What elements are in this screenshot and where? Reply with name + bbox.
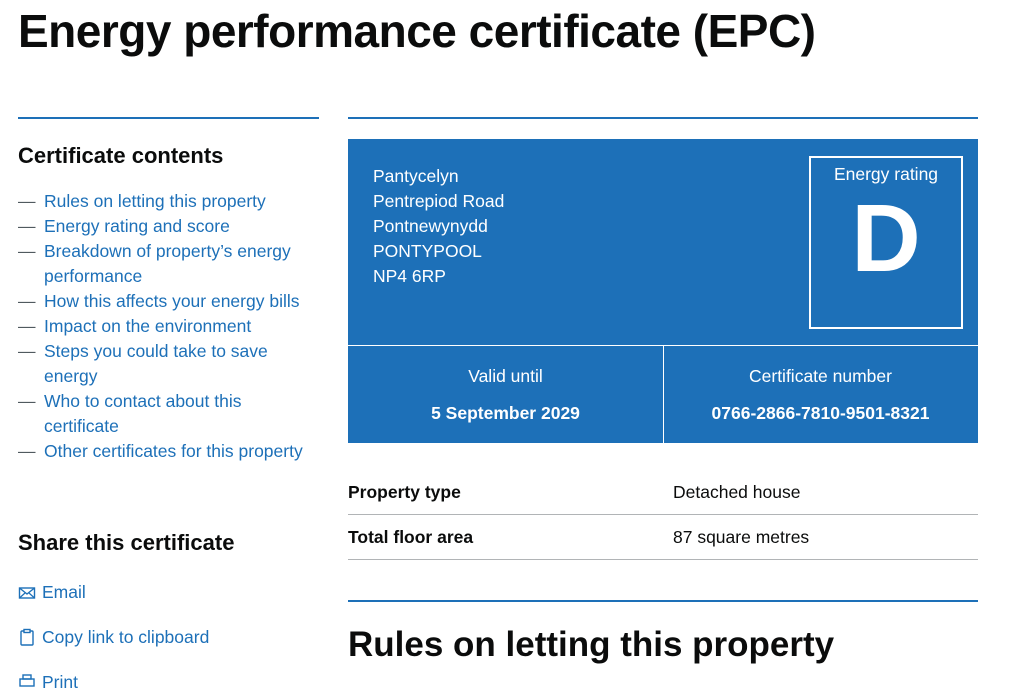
list-item: Who to contact about this certificate <box>18 389 319 439</box>
contents-link-bills[interactable]: How this affects your energy bills <box>44 291 300 311</box>
list-item: Rules on letting this property <box>18 189 319 214</box>
list-item: Breakdown of property’s energy performan… <box>18 239 319 289</box>
energy-rating-label: Energy rating <box>833 164 939 184</box>
section-divider <box>348 600 978 602</box>
energy-rating-box: Energy rating D <box>809 156 963 329</box>
address-line: NP4 6RP <box>373 266 446 286</box>
property-type-label: Property type <box>348 481 461 502</box>
certificate-number-value: 0766-2866-7810-9501-8321 <box>711 403 930 423</box>
address-line: Pontnewynydd <box>373 216 488 236</box>
contents-link-rating[interactable]: Energy rating and score <box>44 216 230 236</box>
certificate-number-label: Certificate number <box>749 366 892 386</box>
contents-link-contact[interactable]: Who to contact about this certificate <box>44 391 241 436</box>
certificate-summary-panel: Pantycelyn Pentrepiod Road Pontnewynydd … <box>348 139 978 443</box>
page-title: Energy performance certificate (EPC) <box>18 5 816 57</box>
rules-heading: Rules on letting this property <box>348 625 835 664</box>
contents-list: Rules on letting this property Energy ra… <box>18 189 319 464</box>
print-link[interactable]: Print <box>42 672 78 692</box>
share-print: Print <box>18 670 78 694</box>
share-heading: Share this certificate <box>18 530 235 555</box>
list-item: Steps you could take to save energy <box>18 339 319 389</box>
email-link[interactable]: Email <box>42 582 86 602</box>
share-email: Email <box>18 580 86 604</box>
copy-link-button[interactable]: Copy link to clipboard <box>42 627 209 647</box>
certificate-contents-nav: Certificate contents Rules on letting th… <box>18 117 319 464</box>
energy-rating-value: D <box>851 185 921 292</box>
summary-row: Total floor area 87 square metres <box>348 515 978 560</box>
contents-link-other-certificates[interactable]: Other certificates for this property <box>44 441 303 461</box>
contents-link-environment[interactable]: Impact on the environment <box>44 316 251 336</box>
list-item: Impact on the environment <box>18 314 319 339</box>
property-type-value: Detached house <box>673 481 801 502</box>
contents-heading: Certificate contents <box>18 143 224 168</box>
list-item: How this affects your energy bills <box>18 289 319 314</box>
envelope-icon <box>18 587 36 599</box>
section-divider <box>348 117 978 119</box>
address-line: PONTYPOOL <box>373 241 482 261</box>
address-line: Pentrepiod Road <box>373 191 505 211</box>
share-copy: Copy link to clipboard <box>18 625 209 649</box>
list-item: Energy rating and score <box>18 214 319 239</box>
certificate-number: Certificate number 0766-2866-7810-9501-8… <box>663 345 978 443</box>
contents-link-breakdown[interactable]: Breakdown of property’s energy performan… <box>44 241 291 286</box>
valid-until-value: 5 September 2029 <box>431 403 580 423</box>
summary-row: Property type Detached house <box>348 470 978 515</box>
clipboard-icon <box>20 628 34 646</box>
printer-icon <box>19 674 35 687</box>
floor-area-label: Total floor area <box>348 526 474 547</box>
valid-until: Valid until 5 September 2029 <box>348 345 663 443</box>
contents-link-rules[interactable]: Rules on letting this property <box>44 191 266 211</box>
list-item: Other certificates for this property <box>18 439 319 464</box>
address-line: Pantycelyn <box>373 166 459 186</box>
property-summary-list: Property type Detached house Total floor… <box>348 470 978 560</box>
valid-until-label: Valid until <box>468 366 543 386</box>
contents-link-steps[interactable]: Steps you could take to save energy <box>44 341 268 386</box>
floor-area-value: 87 square metres <box>673 526 810 547</box>
property-address: Pantycelyn Pentrepiod Road Pontnewynydd … <box>373 164 504 289</box>
